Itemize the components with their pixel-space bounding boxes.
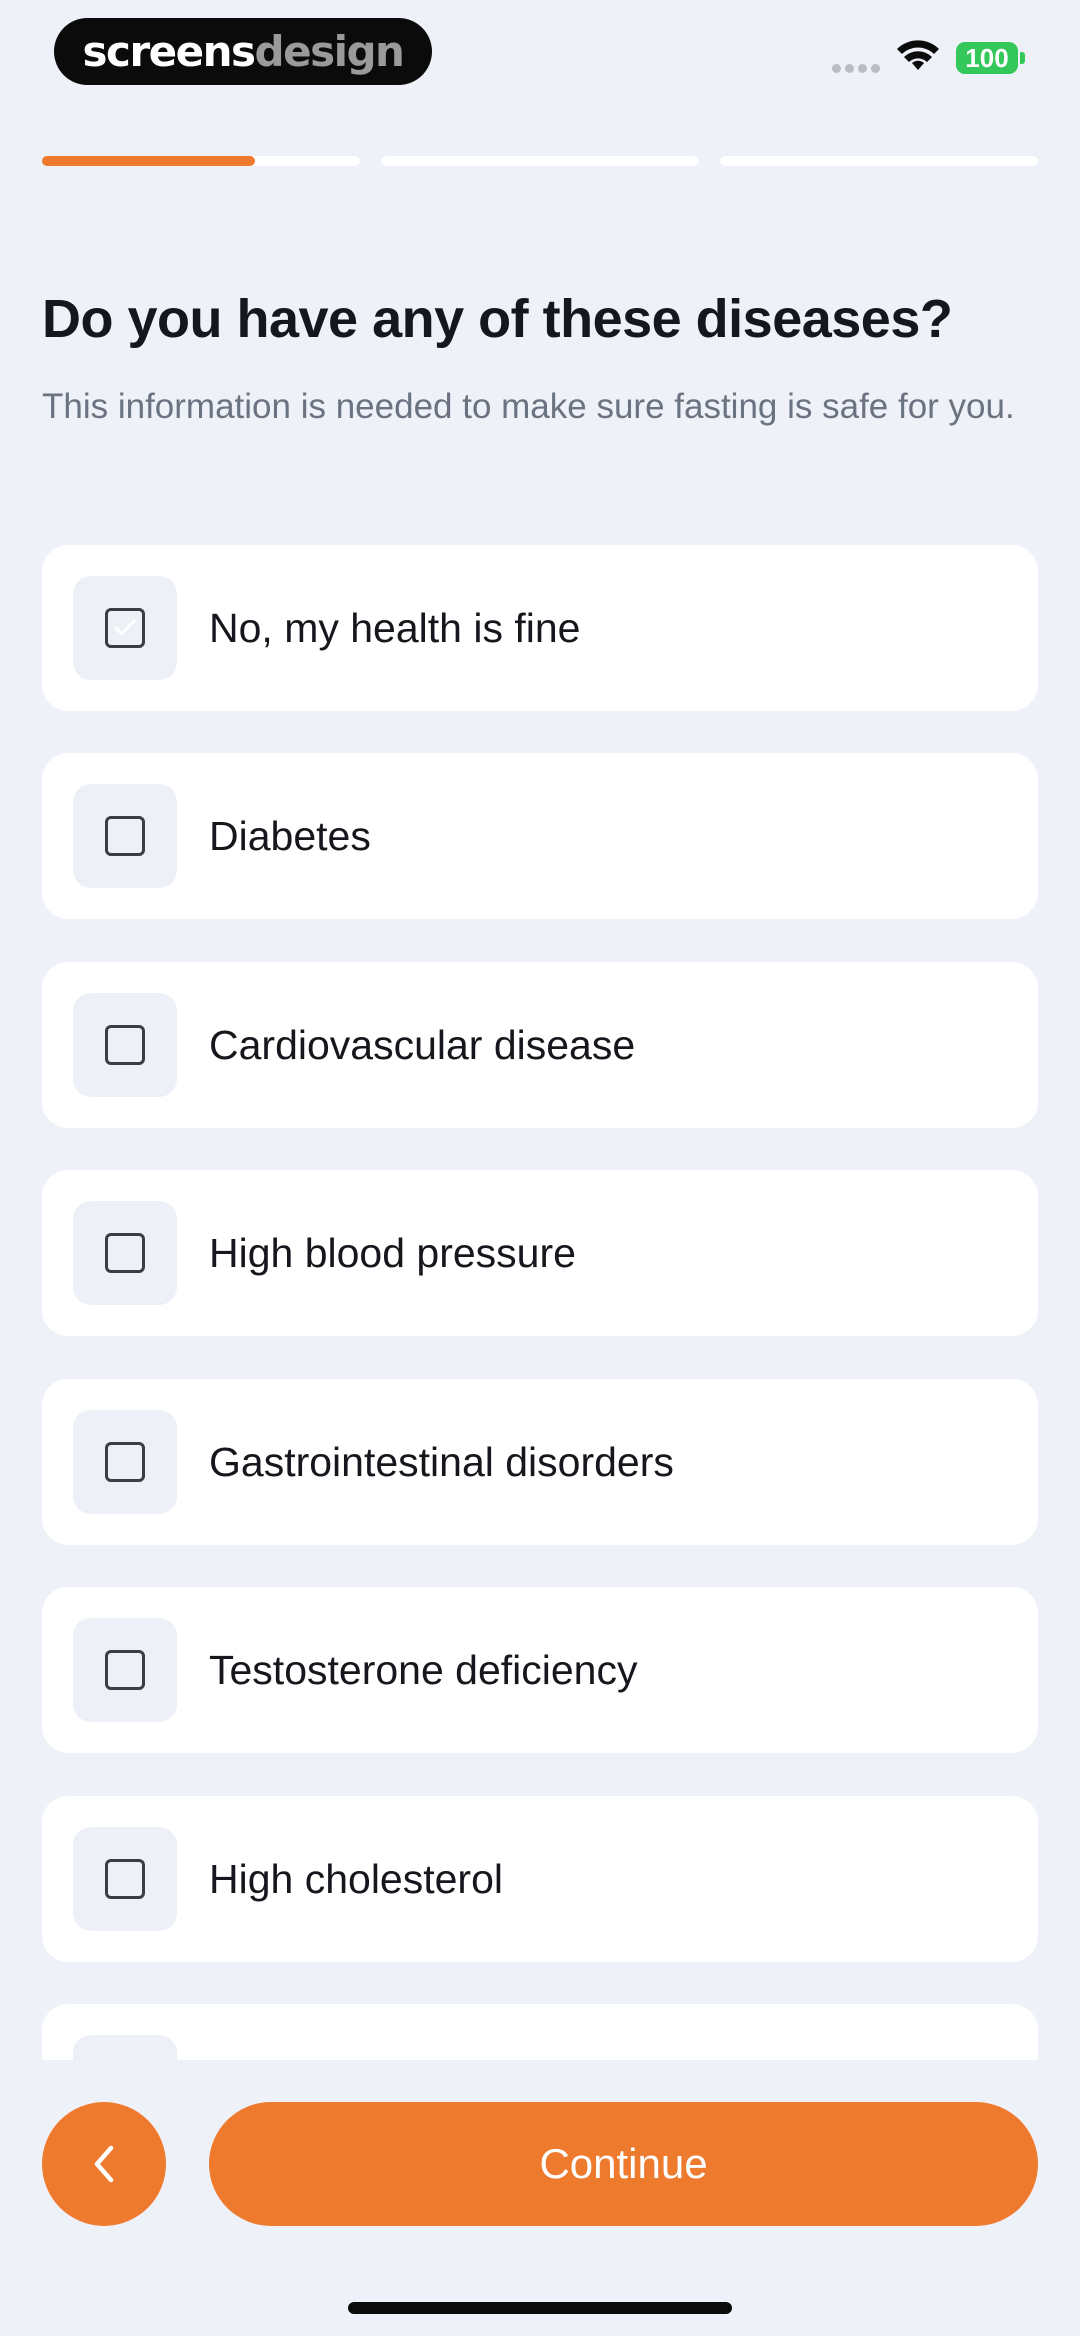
option-partially-visible[interactable] xyxy=(42,2004,1038,2060)
checkbox-container xyxy=(73,1827,177,1931)
option-diabetes[interactable]: Diabetes xyxy=(42,753,1038,919)
checkbox[interactable] xyxy=(105,1025,145,1065)
checkbox-container xyxy=(73,1201,177,1305)
battery-level: 100 xyxy=(965,43,1009,73)
progress-segment-1-fill xyxy=(42,156,255,166)
wifi-icon xyxy=(897,40,939,70)
checkbox-container xyxy=(73,1618,177,1722)
checkbox[interactable] xyxy=(105,1233,145,1273)
back-button[interactable] xyxy=(42,2102,166,2226)
option-label: High blood pressure xyxy=(209,1229,576,1276)
checkbox-container xyxy=(73,993,177,1097)
page-title: Do you have any of these diseases? xyxy=(42,289,953,349)
option-high-cholesterol[interactable]: High cholesterol xyxy=(42,1796,1038,1962)
brand-word-1: screens xyxy=(82,27,256,76)
onboarding-progress xyxy=(42,156,1038,166)
option-label: Gastrointestinal disorders xyxy=(209,1438,674,1485)
progress-segment-2 xyxy=(381,156,699,166)
checkbox[interactable] xyxy=(105,1859,145,1899)
option-no-health-issues[interactable]: No, my health is fine xyxy=(42,545,1038,711)
checkbox[interactable] xyxy=(105,608,145,648)
disease-options-list[interactable]: No, my health is fine Diabetes Cardiovas… xyxy=(42,545,1038,2060)
option-gastrointestinal-disorders[interactable]: Gastrointestinal disorders xyxy=(42,1379,1038,1545)
option-label: No, my health is fine xyxy=(209,604,581,651)
checkbox-container xyxy=(73,2035,177,2060)
progress-segment-1 xyxy=(42,156,360,166)
option-testosterone-deficiency[interactable]: Testosterone deficiency xyxy=(42,1587,1038,1753)
checkbox-container xyxy=(73,1410,177,1514)
brand-word-2: design xyxy=(254,27,405,76)
screensdesign-logo: screens design xyxy=(54,18,432,85)
battery-icon: 100 xyxy=(956,42,1018,74)
home-indicator xyxy=(348,2302,732,2314)
option-label: Diabetes xyxy=(209,812,371,859)
checkbox[interactable] xyxy=(105,1442,145,1482)
checkbox[interactable] xyxy=(105,816,145,856)
status-bar: screens design 100 xyxy=(0,0,1080,110)
option-label: High cholesterol xyxy=(209,1855,503,1902)
chevron-left-icon xyxy=(94,2145,114,2183)
progress-segment-3 xyxy=(720,156,1038,166)
checkbox[interactable] xyxy=(105,1650,145,1690)
checkbox-container xyxy=(73,576,177,680)
checkmark-icon xyxy=(114,619,136,636)
option-label: Cardiovascular disease xyxy=(209,1021,636,1068)
option-label: Testosterone deficiency xyxy=(209,1646,638,1693)
option-high-blood-pressure[interactable]: High blood pressure xyxy=(42,1170,1038,1336)
signal-dots-icon xyxy=(832,64,880,73)
page-subtitle: This information is needed to make sure … xyxy=(42,387,1015,426)
checkbox-container xyxy=(73,784,177,888)
continue-button[interactable]: Continue xyxy=(209,2102,1038,2226)
battery-tip xyxy=(1020,52,1025,64)
option-cardiovascular-disease[interactable]: Cardiovascular disease xyxy=(42,962,1038,1128)
